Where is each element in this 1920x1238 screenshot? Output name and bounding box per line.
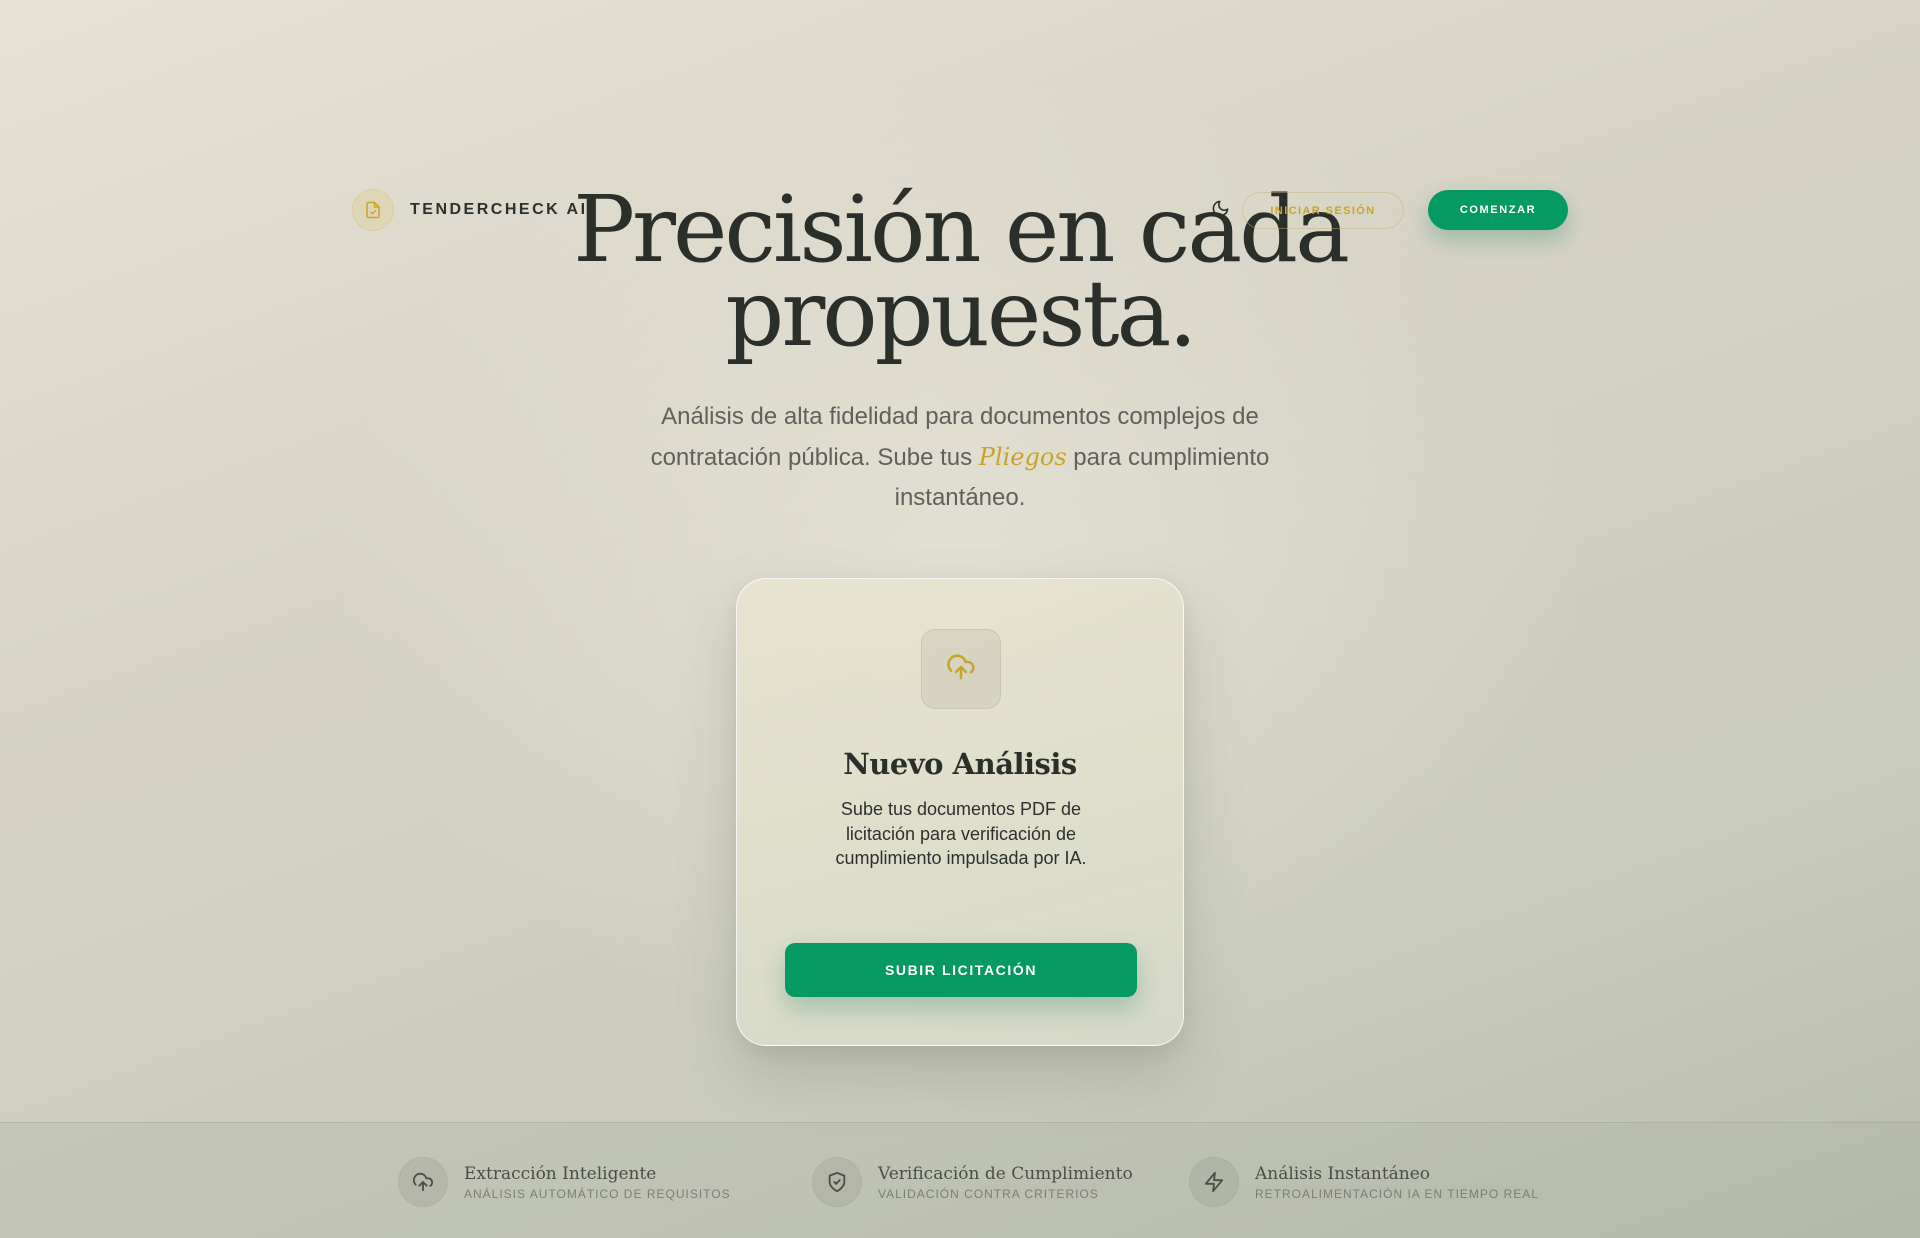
hero-subtitle-accent: Pliegos (978, 443, 1067, 471)
upload-dropzone[interactable] (921, 629, 1001, 709)
brand-name: TENDERCHECK AI (410, 201, 588, 218)
shield-check-icon (812, 1157, 862, 1207)
feature-subtitle: VALIDACIÓN CONTRA CRITERIOS (878, 1186, 1099, 1201)
cloud-upload-icon (946, 652, 976, 687)
feature-title: Análisis Instantáneo (1255, 1163, 1431, 1184)
hero-title-line2: propuesta. (725, 260, 1197, 367)
moon-icon (1211, 199, 1230, 223)
card-description: Sube tus documentos PDF de licitación pa… (835, 799, 1087, 868)
feature-item-extraction: Extracción Inteligente ANÁLISIS AUTOMÁTI… (398, 1157, 731, 1207)
theme-toggle-button[interactable] (1208, 199, 1232, 223)
new-analysis-card: Nuevo Análisis Sube tus documentos PDF d… (736, 578, 1184, 1046)
brand[interactable]: TENDERCHECK AI (352, 189, 588, 231)
feature-item-instant: Análisis Instantáneo RETROALIMENTACIÓN I… (1189, 1157, 1539, 1207)
feature-title: Verificación de Cumplimiento (878, 1163, 1133, 1184)
feature-bar: Extracción Inteligente ANÁLISIS AUTOMÁTI… (0, 1122, 1920, 1238)
feature-item-compliance: Verificación de Cumplimiento VALIDACIÓN … (812, 1157, 1133, 1207)
card-title: Nuevo Análisis (843, 747, 1077, 781)
feature-subtitle: RETROALIMENTACIÓN IA EN TIEMPO REAL (1255, 1186, 1539, 1201)
start-button[interactable]: COMENZAR (1428, 190, 1568, 230)
top-nav: TENDERCHECK AI INICIAR SESIÓN COMENZAR (352, 187, 1568, 233)
hero-subtitle: Análisis de alta fidelidad para document… (630, 397, 1290, 518)
feature-title: Extracción Inteligente (464, 1163, 657, 1184)
feature-subtitle: ANÁLISIS AUTOMÁTICO DE REQUISITOS (464, 1186, 731, 1201)
login-button[interactable]: INICIAR SESIÓN (1242, 192, 1404, 229)
lightning-icon (1189, 1157, 1239, 1207)
file-check-icon (352, 189, 394, 231)
cloud-upload-icon (398, 1157, 448, 1207)
upload-tender-button[interactable]: SUBIR LICITACIÓN (785, 943, 1137, 997)
